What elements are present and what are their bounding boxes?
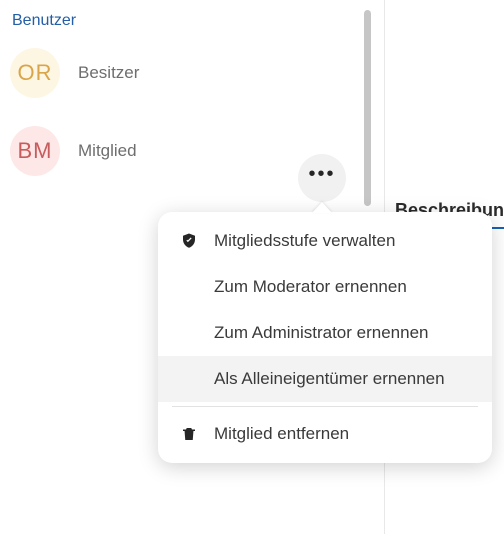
avatar: OR — [10, 48, 60, 98]
menu-item-label: Zum Administrator ernennen — [214, 323, 429, 343]
menu-item-make-admin[interactable]: Zum Administrator ernennen — [158, 310, 492, 356]
trash-icon — [180, 425, 198, 443]
menu-item-manage-level[interactable]: Mitgliedsstufe verwalten — [158, 218, 492, 264]
scrollbar-thumb[interactable] — [364, 10, 371, 206]
section-title: Benutzer — [10, 8, 380, 40]
menu-item-make-moderator[interactable]: Zum Moderator ernennen — [158, 264, 492, 310]
menu-item-label: Mitglied entfernen — [214, 424, 349, 444]
icon-placeholder — [180, 370, 198, 388]
avatar: BM — [10, 126, 60, 176]
menu-item-label: Als Alleineigentümer ernennen — [214, 369, 445, 389]
menu-item-label: Zum Moderator ernennen — [214, 277, 407, 297]
more-options-button[interactable]: ••• — [298, 154, 346, 202]
dropdown-caret-icon — [312, 202, 332, 213]
role-label: Besitzer — [78, 63, 139, 83]
shield-check-icon — [180, 232, 198, 250]
menu-item-label: Mitgliedsstufe verwalten — [214, 231, 395, 251]
menu-divider — [172, 406, 478, 407]
menu-item-remove-member[interactable]: Mitglied entfernen — [158, 411, 492, 457]
role-label: Mitglied — [78, 141, 137, 161]
user-row-owner[interactable]: OR Besitzer — [10, 40, 380, 118]
icon-placeholder — [180, 324, 198, 342]
menu-item-make-sole-owner[interactable]: Als Alleineigentümer ernennen — [158, 356, 492, 402]
member-context-menu: Mitgliedsstufe verwalten Zum Moderator e… — [158, 212, 492, 463]
icon-placeholder — [180, 278, 198, 296]
scrollbar[interactable] — [362, 4, 372, 224]
